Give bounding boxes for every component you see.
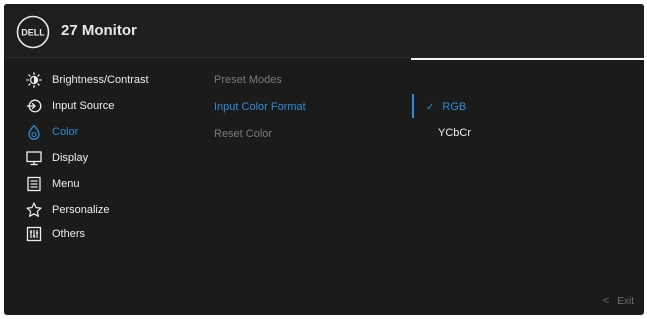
- menu-item-others[interactable]: Others: [26, 224, 201, 244]
- exit-button[interactable]: < Exit: [603, 295, 634, 307]
- submenu-item-input-color-format[interactable]: Input Color Format: [214, 97, 394, 117]
- others-icon: [26, 226, 42, 242]
- menu-item-label: Brightness/Contrast: [52, 74, 149, 86]
- exit-label: Exit: [617, 295, 634, 307]
- option-label: RGB: [442, 101, 467, 113]
- menu-item-color[interactable]: Color: [26, 122, 201, 142]
- color-icon: [26, 124, 42, 140]
- dell-logo-text: DELL: [21, 28, 45, 38]
- option-rgb[interactable]: ✓ RGB: [426, 97, 466, 117]
- submenu-item-preset-modes[interactable]: Preset Modes: [214, 70, 394, 90]
- menu-item-personalize[interactable]: Personalize: [26, 200, 201, 220]
- menu-item-brightness-contrast[interactable]: Brightness/Contrast: [26, 70, 201, 90]
- checkmark-icon: ✓: [426, 101, 435, 113]
- options-header-line: [411, 58, 644, 60]
- option-label: YCbCr: [438, 127, 472, 139]
- menu-item-label: Menu: [52, 178, 80, 190]
- osd-window: DELL 27 Monitor Brightness/Contrast Inpu…: [4, 4, 644, 315]
- menu-item-label: Color: [52, 126, 79, 138]
- input-source-icon: [26, 98, 42, 114]
- star-icon: [26, 202, 42, 218]
- menu-item-display[interactable]: Display: [26, 148, 201, 168]
- option-selection-bar: [412, 94, 414, 118]
- menu-icon: [26, 176, 42, 192]
- submenu-item-reset-color[interactable]: Reset Color: [214, 124, 394, 144]
- menu-item-menu[interactable]: Menu: [26, 174, 201, 194]
- dell-logo: DELL: [16, 15, 50, 49]
- menu-item-label: Personalize: [52, 204, 110, 216]
- menu-item-label: Others: [52, 228, 86, 240]
- monitor-title: 27 Monitor: [61, 22, 137, 39]
- menu-item-label: Input Source: [52, 100, 115, 112]
- menu-item-input-source[interactable]: Input Source: [26, 96, 201, 116]
- display-icon: [26, 150, 42, 166]
- brightness-icon: [26, 72, 42, 88]
- option-ycbcr[interactable]: YCbCr: [438, 123, 471, 143]
- chevron-left-icon: <: [602, 295, 610, 307]
- menu-item-label: Display: [52, 152, 89, 164]
- osd-header: DELL 27 Monitor: [4, 4, 644, 58]
